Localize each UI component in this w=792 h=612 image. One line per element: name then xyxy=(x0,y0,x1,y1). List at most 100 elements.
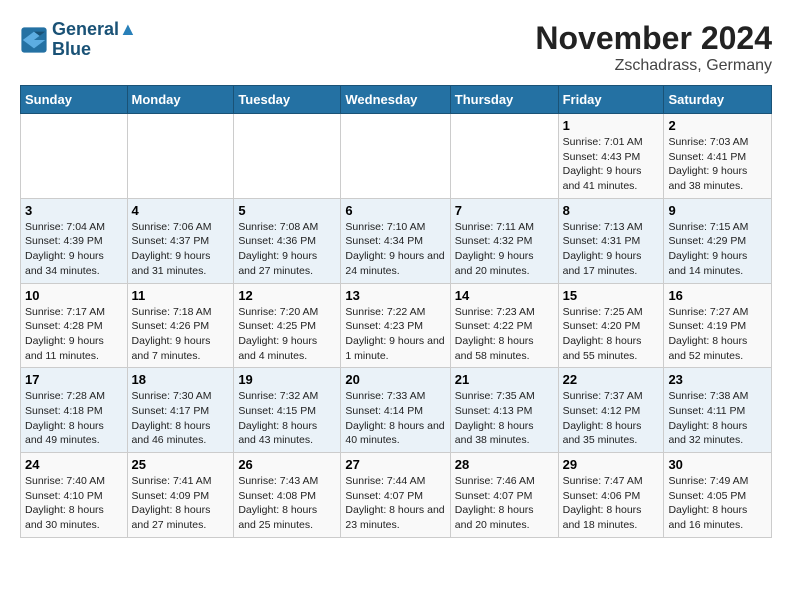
day-info: Sunrise: 7:08 AMSunset: 4:36 PMDaylight:… xyxy=(238,220,336,279)
day-number: 29 xyxy=(563,457,660,472)
calendar-cell: 9Sunrise: 7:15 AMSunset: 4:29 PMDaylight… xyxy=(664,198,772,283)
calendar-cell: 19 Sunrise: 7:32 AMSunset: 4:15 PMDayligh… xyxy=(234,368,341,453)
day-info: Sunrise: 7:32 AMSunset: 4:15 PMDaylight:… xyxy=(238,389,336,448)
calendar-cell xyxy=(21,114,128,199)
calendar-cell: 28 Sunrise: 7:46 AMSunset: 4:07 PMDayligh… xyxy=(450,453,558,538)
calendar-cell: 3Sunrise: 7:04 AMSunset: 4:39 PMDaylight… xyxy=(21,198,128,283)
day-info: Sunrise: 7:10 AMSunset: 4:34 PMDaylight:… xyxy=(345,220,445,279)
day-number: 28 xyxy=(455,457,554,472)
day-info: Sunrise: 7:49 AMSunset: 4:05 PMDaylight:… xyxy=(668,474,767,533)
day-number: 20 xyxy=(345,372,445,387)
calendar-header-row: SundayMondayTuesdayWednesdayThursdayFrid… xyxy=(21,86,772,114)
day-info: Sunrise: 7:03 AMSunset: 4:41 PMDaylight:… xyxy=(668,135,767,194)
calendar-cell: 29 Sunrise: 7:47 AMSunset: 4:06 PMDayligh… xyxy=(558,453,664,538)
header-friday: Friday xyxy=(558,86,664,114)
day-info: Sunrise: 7:41 AMSunset: 4:09 PMDaylight:… xyxy=(132,474,230,533)
day-info: Sunrise: 7:44 AMSunset: 4:07 PMDaylight:… xyxy=(345,474,445,533)
calendar-cell: 22 Sunrise: 7:37 AMSunset: 4:12 PMDayligh… xyxy=(558,368,664,453)
page-header: General▲ Blue November 2024 Zschadrass, … xyxy=(20,20,772,75)
day-info: Sunrise: 7:46 AMSunset: 4:07 PMDaylight:… xyxy=(455,474,554,533)
calendar-cell: 11 Sunrise: 7:18 AMSunset: 4:26 PMDayligh… xyxy=(127,283,234,368)
day-info: Sunrise: 7:06 AMSunset: 4:37 PMDaylight:… xyxy=(132,220,230,279)
day-info: Sunrise: 7:01 AMSunset: 4:43 PMDaylight:… xyxy=(563,135,660,194)
day-info: Sunrise: 7:37 AMSunset: 4:12 PMDaylight:… xyxy=(563,389,660,448)
day-info: Sunrise: 7:17 AMSunset: 4:28 PMDaylight:… xyxy=(25,305,123,364)
day-info: Sunrise: 7:43 AMSunset: 4:08 PMDaylight:… xyxy=(238,474,336,533)
day-number: 12 xyxy=(238,288,336,303)
day-info: Sunrise: 7:40 AMSunset: 4:10 PMDaylight:… xyxy=(25,474,123,533)
calendar-week-row: 3Sunrise: 7:04 AMSunset: 4:39 PMDaylight… xyxy=(21,198,772,283)
day-number: 1 xyxy=(563,118,660,133)
month-title: November 2024 xyxy=(535,20,772,57)
logo-text: General▲ Blue xyxy=(52,20,137,60)
calendar-cell: 24 Sunrise: 7:40 AMSunset: 4:10 PMDayligh… xyxy=(21,453,128,538)
day-info: Sunrise: 7:35 AMSunset: 4:13 PMDaylight:… xyxy=(455,389,554,448)
day-number: 16 xyxy=(668,288,767,303)
day-number: 22 xyxy=(563,372,660,387)
day-info: Sunrise: 7:20 AMSunset: 4:25 PMDaylight:… xyxy=(238,305,336,364)
day-number: 13 xyxy=(345,288,445,303)
calendar-cell: 12 Sunrise: 7:20 AMSunset: 4:25 PMDayligh… xyxy=(234,283,341,368)
day-number: 7 xyxy=(455,203,554,218)
day-number: 27 xyxy=(345,457,445,472)
day-number: 9 xyxy=(668,203,767,218)
calendar-cell: 8 Sunrise: 7:13 AMSunset: 4:31 PMDaylight… xyxy=(558,198,664,283)
day-number: 11 xyxy=(132,288,230,303)
day-info: Sunrise: 7:28 AMSunset: 4:18 PMDaylight:… xyxy=(25,389,123,448)
day-info: Sunrise: 7:22 AMSunset: 4:23 PMDaylight:… xyxy=(345,305,445,364)
day-info: Sunrise: 7:27 AMSunset: 4:19 PMDaylight:… xyxy=(668,305,767,364)
calendar-cell: 13 Sunrise: 7:22 AMSunset: 4:23 PMDayligh… xyxy=(341,283,450,368)
calendar-week-row: 17 Sunrise: 7:28 AMSunset: 4:18 PMDayligh… xyxy=(21,368,772,453)
header-monday: Monday xyxy=(127,86,234,114)
day-number: 17 xyxy=(25,372,123,387)
day-number: 6 xyxy=(345,203,445,218)
calendar-cell xyxy=(450,114,558,199)
day-info: Sunrise: 7:47 AMSunset: 4:06 PMDaylight:… xyxy=(563,474,660,533)
day-number: 2 xyxy=(668,118,767,133)
calendar-cell: 21 Sunrise: 7:35 AMSunset: 4:13 PMDayligh… xyxy=(450,368,558,453)
calendar-week-row: 24 Sunrise: 7:40 AMSunset: 4:10 PMDayligh… xyxy=(21,453,772,538)
header-thursday: Thursday xyxy=(450,86,558,114)
logo-icon xyxy=(20,26,48,54)
logo: General▲ Blue xyxy=(20,20,137,60)
header-saturday: Saturday xyxy=(664,86,772,114)
calendar-cell: 23 Sunrise: 7:38 AMSunset: 4:11 PMDayligh… xyxy=(664,368,772,453)
day-number: 21 xyxy=(455,372,554,387)
calendar-cell: 2 Sunrise: 7:03 AMSunset: 4:41 PMDaylight… xyxy=(664,114,772,199)
calendar-cell: 20Sunrise: 7:33 AMSunset: 4:14 PMDayligh… xyxy=(341,368,450,453)
title-section: November 2024 Zschadrass, Germany xyxy=(535,20,772,75)
day-number: 8 xyxy=(563,203,660,218)
calendar-cell: 14Sunrise: 7:23 AMSunset: 4:22 PMDayligh… xyxy=(450,283,558,368)
calendar-cell: 25Sunrise: 7:41 AMSunset: 4:09 PMDayligh… xyxy=(127,453,234,538)
day-number: 26 xyxy=(238,457,336,472)
calendar-cell: 10 Sunrise: 7:17 AMSunset: 4:28 PMDayligh… xyxy=(21,283,128,368)
calendar-cell: 18Sunrise: 7:30 AMSunset: 4:17 PMDayligh… xyxy=(127,368,234,453)
header-sunday: Sunday xyxy=(21,86,128,114)
day-info: Sunrise: 7:30 AMSunset: 4:17 PMDaylight:… xyxy=(132,389,230,448)
location-subtitle: Zschadrass, Germany xyxy=(535,57,772,75)
day-info: Sunrise: 7:11 AMSunset: 4:32 PMDaylight:… xyxy=(455,220,554,279)
calendar-cell xyxy=(127,114,234,199)
day-number: 15 xyxy=(563,288,660,303)
calendar-cell: 7 Sunrise: 7:11 AMSunset: 4:32 PMDaylight… xyxy=(450,198,558,283)
day-info: Sunrise: 7:13 AMSunset: 4:31 PMDaylight:… xyxy=(563,220,660,279)
day-number: 24 xyxy=(25,457,123,472)
calendar-cell: 1 Sunrise: 7:01 AMSunset: 4:43 PMDaylight… xyxy=(558,114,664,199)
calendar-cell: 17 Sunrise: 7:28 AMSunset: 4:18 PMDayligh… xyxy=(21,368,128,453)
calendar-cell: 16 Sunrise: 7:27 AMSunset: 4:19 PMDayligh… xyxy=(664,283,772,368)
calendar-cell xyxy=(341,114,450,199)
day-number: 5 xyxy=(238,203,336,218)
calendar-cell: 30Sunrise: 7:49 AMSunset: 4:05 PMDayligh… xyxy=(664,453,772,538)
calendar-cell xyxy=(234,114,341,199)
day-number: 10 xyxy=(25,288,123,303)
day-number: 14 xyxy=(455,288,554,303)
calendar-cell: 26 Sunrise: 7:43 AMSunset: 4:08 PMDayligh… xyxy=(234,453,341,538)
day-info: Sunrise: 7:25 AMSunset: 4:20 PMDaylight:… xyxy=(563,305,660,364)
day-number: 4 xyxy=(132,203,230,218)
day-info: Sunrise: 7:18 AMSunset: 4:26 PMDaylight:… xyxy=(132,305,230,364)
calendar-cell: 27 Sunrise: 7:44 AMSunset: 4:07 PMDayligh… xyxy=(341,453,450,538)
calendar-cell: 15 Sunrise: 7:25 AMSunset: 4:20 PMDayligh… xyxy=(558,283,664,368)
day-number: 19 xyxy=(238,372,336,387)
day-number: 23 xyxy=(668,372,767,387)
day-info: Sunrise: 7:38 AMSunset: 4:11 PMDaylight:… xyxy=(668,389,767,448)
